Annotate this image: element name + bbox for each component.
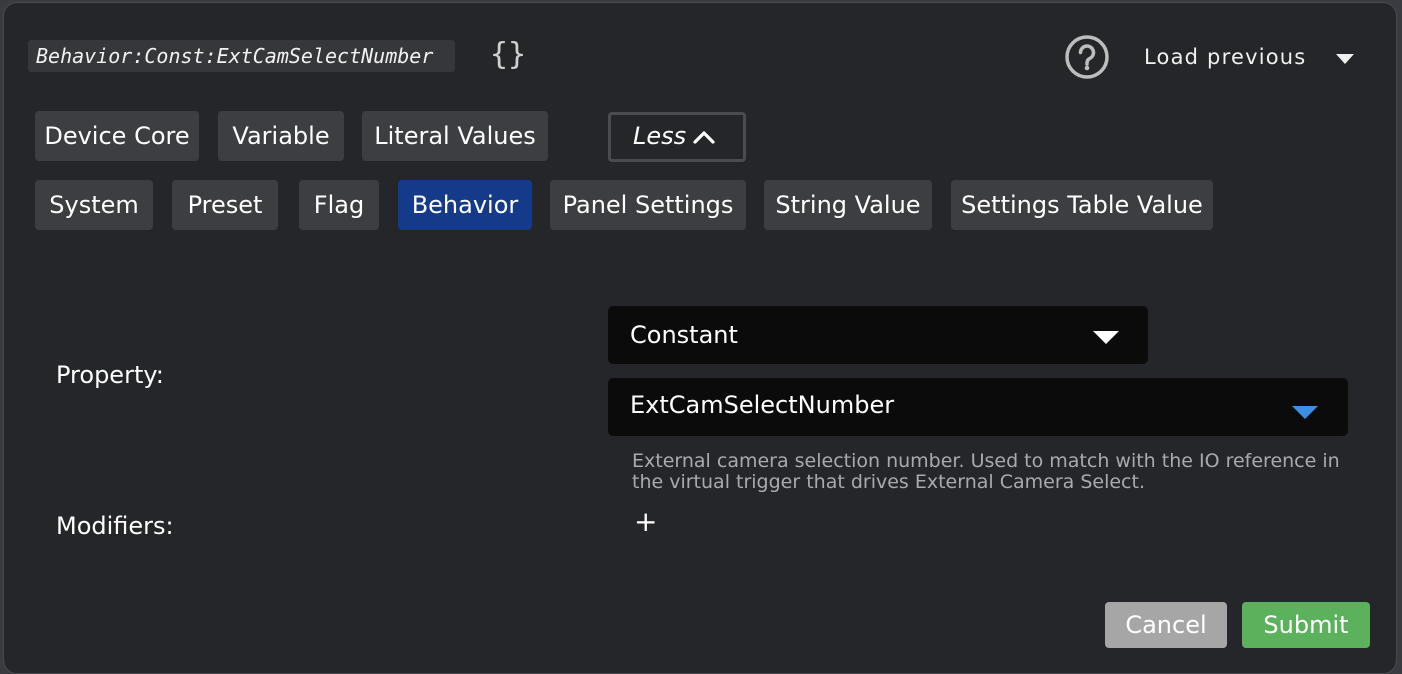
property-type-value: Constant [630, 321, 738, 349]
category-literal-values[interactable]: Literal Values [362, 111, 548, 161]
category-string-value[interactable]: String Value [764, 180, 932, 230]
category-flag[interactable]: Flag [299, 180, 379, 230]
expression-display[interactable]: Behavior:Const:ExtCamSelectNumber [28, 40, 456, 72]
braces-icon[interactable]: {} [490, 36, 526, 74]
dropdown-caret-icon [1093, 331, 1119, 344]
category-settings-table-value[interactable]: Settings Table Value [951, 180, 1213, 230]
submit-button[interactable]: Submit [1242, 602, 1370, 648]
load-previous-label: Load previous [1144, 45, 1307, 69]
chevron-up-icon [693, 131, 715, 144]
less-toggle-button[interactable]: Less [608, 112, 746, 162]
property-label: Property: [56, 361, 164, 389]
help-circle-icon[interactable] [1064, 34, 1110, 80]
category-device-core[interactable]: Device Core [35, 111, 199, 161]
category-system[interactable]: System [35, 180, 153, 230]
expression-builder-dialog: Behavior:Const:ExtCamSelectNumber {} Loa… [3, 2, 1397, 674]
less-label: Less [633, 122, 687, 150]
category-panel-settings[interactable]: Panel Settings [550, 180, 746, 230]
category-preset[interactable]: Preset [172, 180, 278, 230]
dropdown-caret-icon [1292, 406, 1318, 419]
load-previous-dropdown[interactable]: Load previous [1144, 40, 1354, 74]
property-name-value: ExtCamSelectNumber [630, 391, 895, 419]
chevron-down-icon [1336, 54, 1354, 64]
property-description: External camera selection number. Used t… [632, 450, 1340, 493]
modifiers-label: Modifiers: [56, 512, 174, 540]
category-behavior[interactable]: Behavior [398, 180, 532, 230]
add-modifier-button[interactable]: + [634, 507, 657, 537]
cancel-button[interactable]: Cancel [1105, 602, 1227, 648]
property-name-select[interactable]: ExtCamSelectNumber [608, 378, 1348, 436]
property-type-select[interactable]: Constant [608, 306, 1148, 364]
category-variable[interactable]: Variable [218, 111, 344, 161]
